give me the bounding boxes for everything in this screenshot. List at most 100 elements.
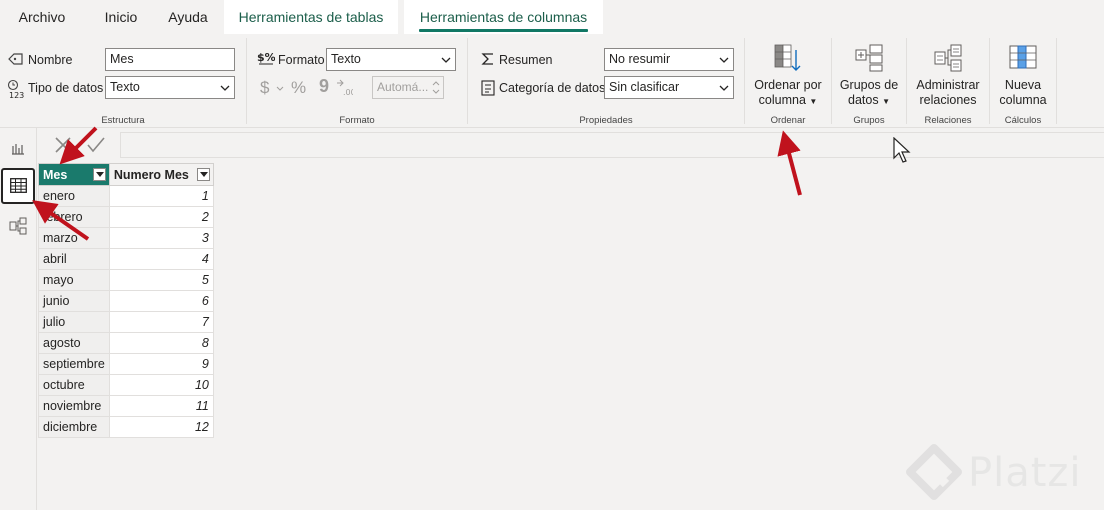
new-column-line2: columna [999,93,1047,107]
format-icon: $% [257,51,275,65]
formula-bar-controls [42,132,117,158]
chevron-down-icon [719,57,729,63]
tag-icon [8,53,23,65]
table-row: julio 7 [38,311,214,333]
percent-format-button[interactable]: % [291,78,306,98]
table-row: noviembre 11 [38,395,214,417]
data-category-icon [481,80,495,96]
table-row: mayo 5 [38,269,214,291]
cell-numero-mes[interactable]: 5 [108,269,214,291]
sum-icon [481,53,493,65]
cell-mes[interactable]: mayo [38,269,110,291]
cell-numero-mes[interactable]: 9 [108,353,214,375]
categoria-de-datos-label: Categoría de datos [499,81,606,95]
filter-dropdown-button[interactable] [92,168,106,181]
formato-select[interactable]: Texto [326,48,456,71]
tab-inicio[interactable]: Inicio [90,0,152,34]
sort-by-column-icon [774,44,801,71]
group-calculos: Nueva columna Cálculos [990,34,1056,128]
chevron-down-icon [719,85,729,91]
group-label-ordenar: Ordenar [770,115,806,126]
cell-numero-mes[interactable]: 6 [108,290,214,312]
cell-numero-mes[interactable]: 8 [108,332,214,354]
data-groups-button[interactable]: Grupos de datos ▼ [832,42,906,109]
table-row: marzo 3 [38,227,214,249]
model-view-button[interactable] [1,208,35,244]
cell-mes[interactable]: febrero [38,206,110,228]
cell-mes[interactable]: diciembre [38,416,110,438]
ribbon-tab-bar: Archivo Inicio Ayuda Herramientas de tab… [0,0,1104,34]
watermark-text: Platzi [968,450,1082,496]
column-header-label: Numero Mes [113,167,189,182]
formula-input[interactable] [120,132,1104,158]
manage-relationships-button[interactable]: Administrar relaciones [907,42,989,108]
chevron-down-icon [220,85,230,91]
column-header-numero-mes[interactable]: Numero Mes [108,163,214,186]
tab-ayuda[interactable]: Ayuda [160,0,216,34]
spinner-icon[interactable] [432,79,440,96]
categoria-de-datos-select[interactable]: Sin clasificar [604,76,734,99]
table-row: abril 4 [38,248,214,270]
tipo-de-datos-select[interactable]: Texto [105,76,235,99]
bar-chart-icon [12,144,24,155]
group-relaciones: Administrar relaciones Relaciones [907,34,989,128]
cell-numero-mes[interactable]: 7 [108,311,214,333]
cell-numero-mes[interactable]: 3 [108,227,214,249]
resumen-select[interactable]: No resumir [604,48,734,71]
cell-numero-mes[interactable]: 11 [108,395,214,417]
cell-numero-mes[interactable]: 4 [108,248,214,270]
group-ordenar: Ordenar por columna ▼ Ordenar [745,34,831,128]
cell-mes[interactable]: junio [38,290,110,312]
cell-numero-mes[interactable]: 10 [108,374,214,396]
categoria-de-datos-value: Sin clasificar [609,80,680,94]
table-row: junio 6 [38,290,214,312]
report-view-button[interactable] [1,130,35,166]
svg-text:123: 123 [9,91,24,99]
decimal-places-input[interactable]: Automá... [372,76,444,99]
comma-format-button[interactable]: 9 [319,76,329,97]
tab-herramientas-de-tablas[interactable]: Herramientas de tablas [224,0,398,34]
mouse-cursor-icon [893,137,911,163]
table-icon [10,178,27,193]
table-row: febrero 2 [38,206,214,228]
cell-mes[interactable]: julio [38,311,110,333]
ribbon: Nombre Mes 123 Tipo de datos Texto Estru… [0,34,1104,128]
cell-mes[interactable]: septiembre [38,353,110,375]
cell-numero-mes[interactable]: 12 [108,416,214,438]
tab-archivo[interactable]: Archivo [6,0,78,34]
cell-mes[interactable]: agosto [38,332,110,354]
tipo-de-datos-label: Tipo de datos [28,81,104,95]
cell-mes[interactable]: noviembre [38,395,110,417]
table-row: diciembre 12 [38,416,214,438]
chevron-down-icon [441,57,451,63]
group-formato: $% Formato Texto $ % 9 .00 Automá... For… [247,34,467,128]
nombre-input[interactable]: Mes [105,48,235,71]
decimal-places-value: Automá... [377,80,429,94]
table-row: septiembre 9 [38,353,214,375]
column-header-mes[interactable]: Mes [38,163,110,186]
sort-by-column-button[interactable]: Ordenar por columna ▼ [745,42,831,109]
new-column-button[interactable]: Nueva columna [990,42,1056,108]
cell-mes[interactable]: octubre [38,374,110,396]
manage-relationships-line1: Administrar [916,78,980,92]
group-label-estructura: Estructura [101,115,145,126]
tab-herramientas-de-columnas[interactable]: Herramientas de columnas [404,0,603,34]
currency-format-button[interactable]: $ [260,78,269,98]
cell-mes[interactable]: abril [38,248,110,270]
chevron-down-icon [276,86,284,91]
check-icon[interactable] [86,136,106,154]
close-icon[interactable] [54,136,72,154]
manage-relationships-line2: relaciones [919,93,977,107]
sort-by-column-line2: columna [758,93,806,107]
group-label-propiedades: Propiedades [579,115,633,126]
decimal-places-icon[interactable]: .00 [335,79,353,97]
filter-dropdown-button[interactable] [196,168,210,181]
cell-numero-mes[interactable]: 2 [108,206,214,228]
chevron-down-icon [199,172,208,177]
cell-mes[interactable]: marzo [38,227,110,249]
data-view-button[interactable] [1,168,35,204]
cell-mes[interactable]: enero [38,185,110,207]
platzi-watermark: Platzi [906,444,1086,504]
formato-value: Texto [331,52,361,66]
cell-numero-mes[interactable]: 1 [108,185,214,207]
